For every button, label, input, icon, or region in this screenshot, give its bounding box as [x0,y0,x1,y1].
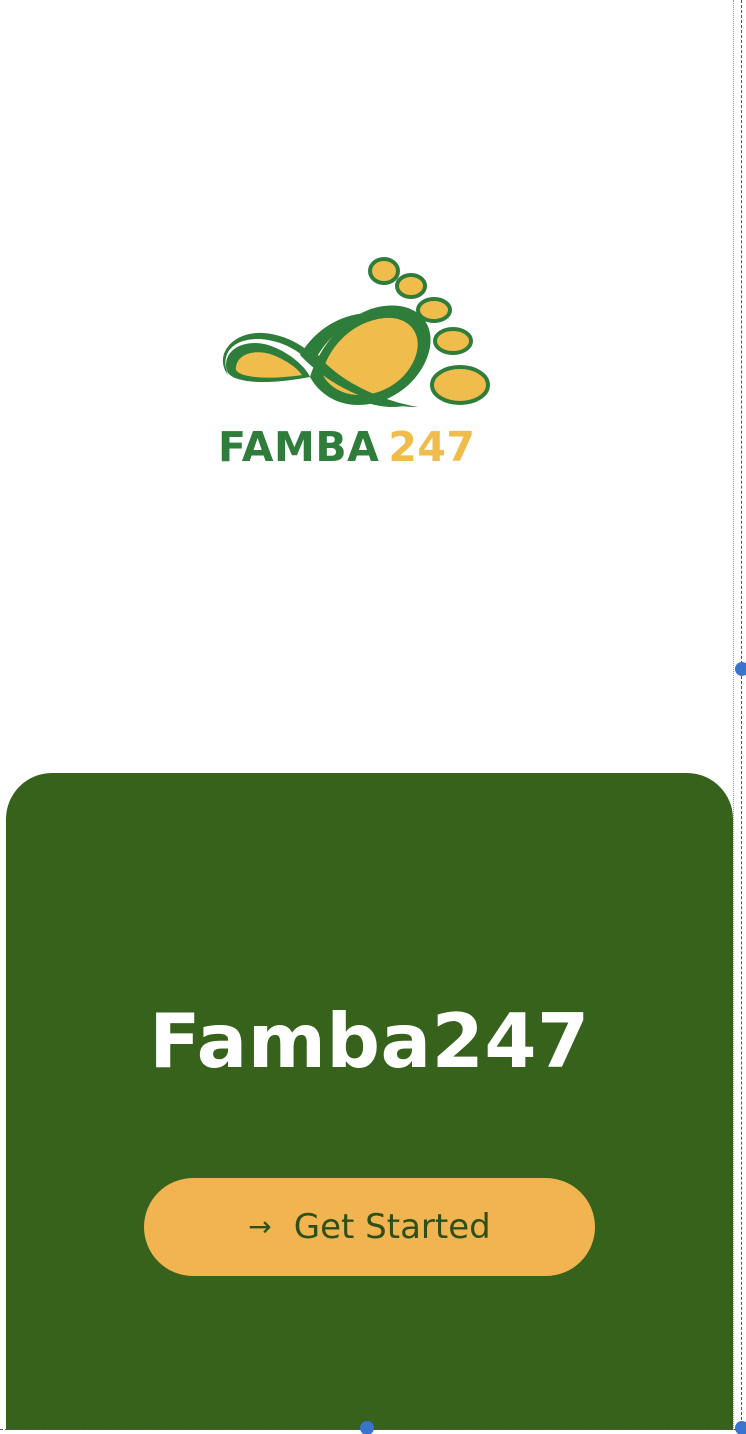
selection-frame-right [741,0,742,1430]
welcome-panel: Famba247 → Get Started [6,773,733,1430]
arrow-right-icon: → [248,1210,272,1243]
footprint-icon [222,257,490,407]
selection-guide-inner [733,0,734,1430]
resize-handle-right[interactable] [735,662,746,676]
resize-handle-corner[interactable] [735,1421,746,1434]
get-started-label: Get Started [293,1207,491,1247]
app-logo: FAMBA 247 [218,255,498,471]
splash-screen: FAMBA 247 Famba247 → Get Started [0,0,746,1434]
app-title: Famba247 [149,997,590,1085]
logo-word: FAMBA [218,423,380,471]
resize-handle-bottom[interactable] [360,1421,374,1434]
get-started-button[interactable]: → Get Started [144,1178,595,1276]
logo-number: 247 [388,423,476,471]
logo-wordmark: FAMBA 247 [218,423,478,471]
